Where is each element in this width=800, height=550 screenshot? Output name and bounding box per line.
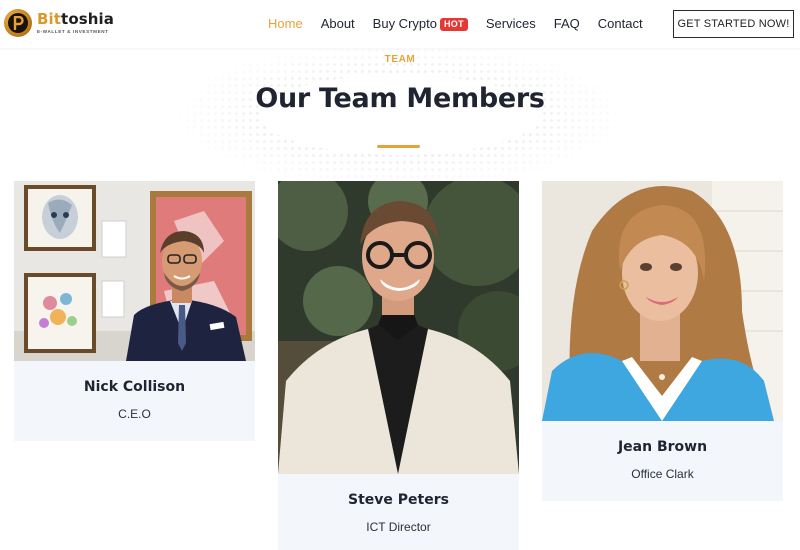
nav-item-about[interactable]: About: [321, 16, 355, 32]
team-card: Jean Brown Office Clark: [542, 181, 783, 501]
nav-item-buy-crypto[interactable]: Buy Crypto HOT: [373, 16, 468, 32]
main-nav: Home About Buy Crypto HOT Services FAQ Co…: [268, 16, 661, 32]
team-member-name: Jean Brown: [617, 439, 708, 455]
brand-tagline: E-WALLET & INVESTMENT: [37, 28, 109, 34]
nav-item-home[interactable]: Home: [268, 16, 303, 32]
hot-badge: HOT: [439, 17, 468, 31]
team-member-name: Steve Peters: [348, 492, 449, 508]
team-member-role: Office Clark: [631, 467, 694, 481]
team-member-role: C.E.O: [118, 407, 151, 421]
team-member-name: Nick Collison: [83, 379, 186, 395]
nav-item-faq[interactable]: FAQ: [554, 16, 580, 32]
brand-logo[interactable]: Bittoshia E-WALLET & INVESTMENT: [4, 9, 114, 37]
bittoshia-logo-icon: [4, 9, 32, 37]
section-eyebrow: TEAM: [384, 54, 416, 65]
nav-item-contact[interactable]: Contact: [598, 16, 643, 32]
nav-item-services[interactable]: Services: [486, 16, 536, 32]
team-member-photo: [278, 181, 519, 474]
team-member-photo: [14, 181, 255, 361]
title-divider: [377, 145, 420, 148]
get-started-button[interactable]: GET STARTED NOW!: [673, 10, 794, 38]
team-member-info: Nick Collison C.E.O: [14, 361, 255, 441]
brand-name: Bittoshia: [37, 9, 114, 28]
site-header: Bittoshia E-WALLET & INVESTMENT Home Abo…: [0, 0, 800, 48]
team-card: Steve Peters ICT Director: [278, 181, 519, 550]
team-member-info: Jean Brown Office Clark: [542, 421, 783, 501]
team-member-info: Steve Peters ICT Director: [278, 474, 519, 550]
section-title: Our Team Members: [255, 83, 545, 114]
team-card: Nick Collison C.E.O: [14, 181, 255, 441]
team-member-photo: [542, 181, 783, 421]
team-member-role: ICT Director: [366, 520, 431, 534]
